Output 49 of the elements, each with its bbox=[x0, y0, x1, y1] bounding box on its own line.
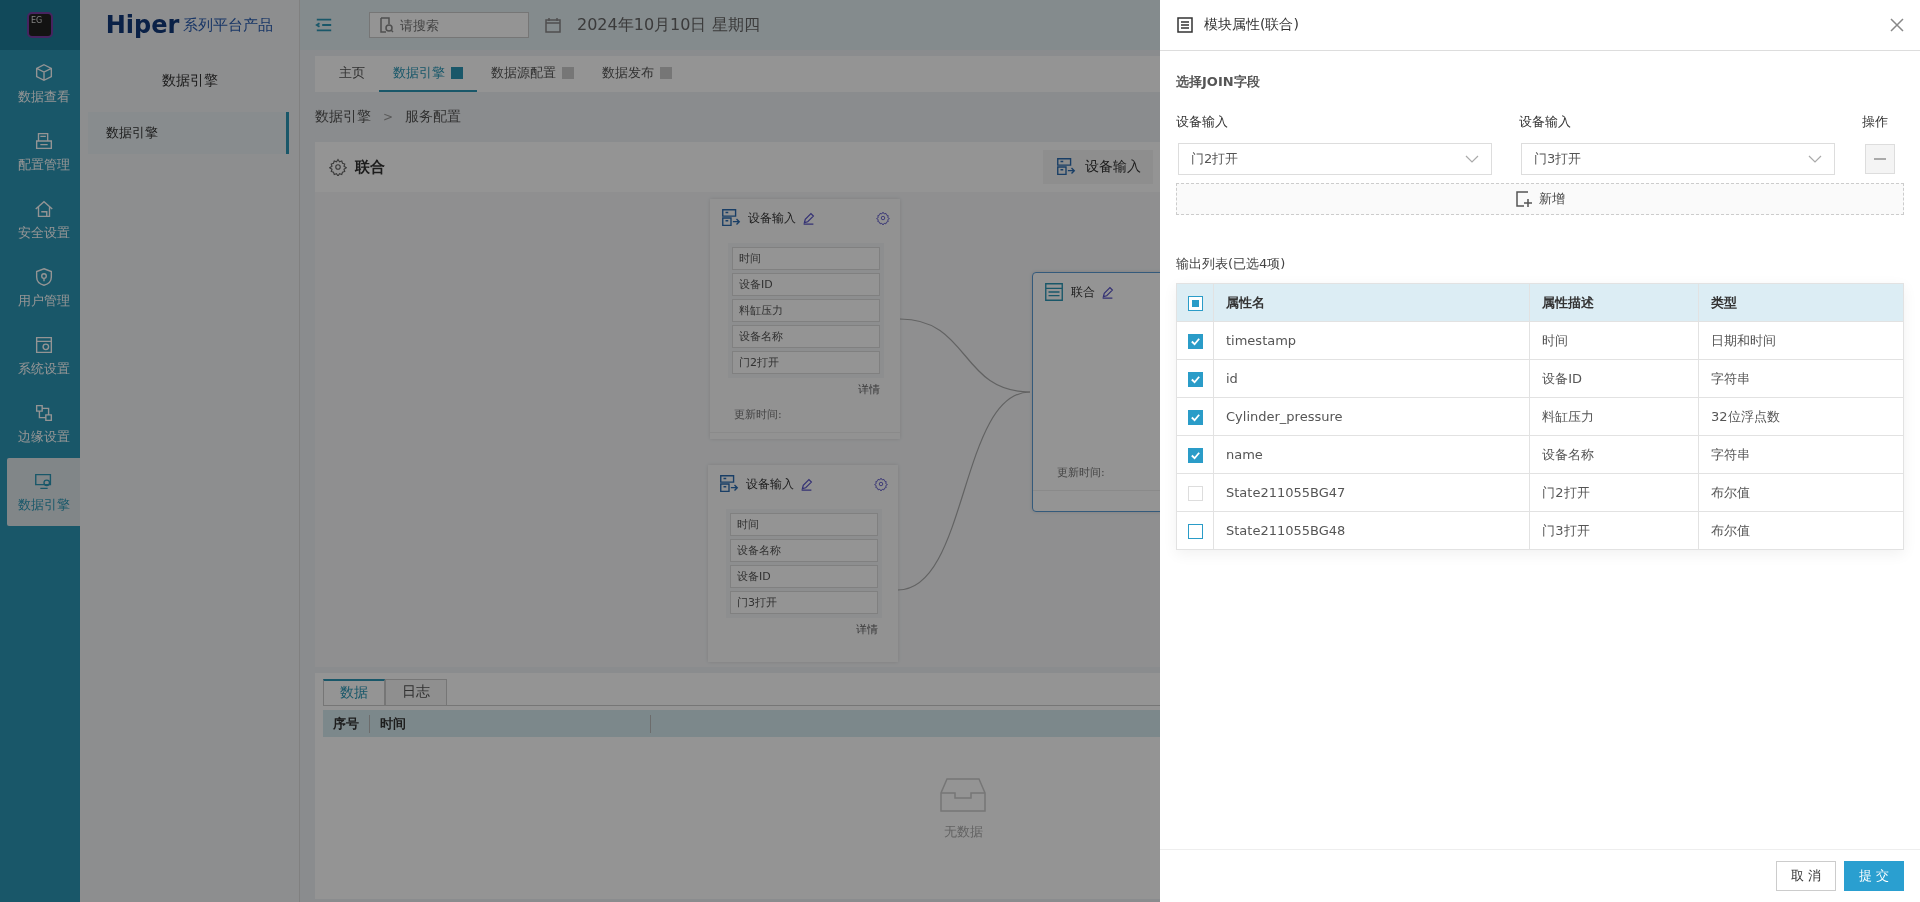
table-cell: 时间 bbox=[1529, 321, 1699, 360]
field-item: 设备ID bbox=[730, 565, 878, 588]
table-cell: Cylinder_pressure bbox=[1213, 397, 1530, 436]
table-cell: 门3打开 bbox=[1529, 511, 1699, 550]
update-time-label: 更新时间: bbox=[710, 397, 900, 433]
node-title: 联合 bbox=[1071, 283, 1095, 301]
table-cell: 32位浮点数 bbox=[1698, 397, 1904, 436]
node-title: 设备输入 bbox=[748, 209, 796, 227]
field-item: 料缸压力 bbox=[732, 299, 880, 322]
column-header: 时间 bbox=[370, 714, 651, 733]
table-cell: 设备名称 bbox=[1529, 435, 1699, 474]
table-cell: 布尔值 bbox=[1698, 473, 1904, 512]
table-cell: 料缸压力 bbox=[1529, 397, 1699, 436]
table-cell: 字符串 bbox=[1698, 359, 1904, 398]
field-item: 设备名称 bbox=[732, 325, 880, 348]
section-title: 选择JOIN字段 bbox=[1176, 73, 1261, 91]
table-cell: 字符串 bbox=[1698, 435, 1904, 474]
table-cell: 门2打开 bbox=[1529, 473, 1699, 512]
table-cell: State211055BG48 bbox=[1213, 511, 1530, 550]
column-header: 属性名 bbox=[1213, 283, 1530, 322]
column-label: 设备输入 bbox=[1176, 113, 1229, 131]
field-item: 门2打开 bbox=[732, 351, 880, 374]
field-item: 时间 bbox=[730, 513, 878, 536]
table-cell: timestamp bbox=[1213, 321, 1530, 360]
brand-name: Hiper bbox=[105, 11, 180, 39]
column-header: 类型 bbox=[1698, 283, 1904, 322]
brand-tagline: 系列平台产品 bbox=[183, 15, 274, 35]
table-cell: id bbox=[1213, 359, 1530, 398]
column-header: 序号 bbox=[323, 714, 370, 733]
column-label: 操作 bbox=[1862, 113, 1889, 131]
section-title: 输出列表(已选4项) bbox=[1176, 255, 1287, 273]
table-cell: 日期和时间 bbox=[1698, 321, 1904, 360]
column-label: 设备输入 bbox=[1519, 113, 1572, 131]
table-cell: name bbox=[1213, 435, 1530, 474]
column-header: 属性描述 bbox=[1529, 283, 1699, 322]
date-label: 2024年10月10日 星期四 bbox=[577, 14, 760, 36]
drawer-title: 模块属性(联合) bbox=[1204, 16, 1299, 34]
field-item: 设备名称 bbox=[730, 539, 878, 562]
sidebar-title: 数据引擎 bbox=[160, 71, 219, 90]
field-item: 设备ID bbox=[732, 273, 880, 296]
table-cell: 布尔值 bbox=[1698, 511, 1904, 550]
app-logo: EG bbox=[27, 12, 53, 38]
field-item: 门3打开 bbox=[730, 591, 878, 614]
table-cell: 设备ID bbox=[1529, 359, 1699, 398]
panel-title: 联合 bbox=[355, 157, 385, 177]
breadcrumb-separator: > bbox=[383, 110, 394, 124]
node-title: 设备输入 bbox=[746, 475, 794, 493]
table-cell: State211055BG47 bbox=[1213, 473, 1530, 512]
field-item: 时间 bbox=[732, 247, 880, 270]
